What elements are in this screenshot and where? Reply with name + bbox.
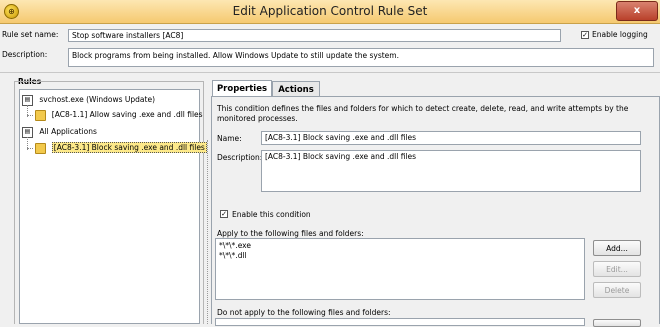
apply-files-label: Apply to the following files and folders… [217, 229, 364, 238]
window-title: Edit Application Control Rule Set [232, 4, 428, 18]
add-exclusion-button[interactable] [593, 319, 641, 327]
rule-tree-item[interactable]: ▤ svchost.exe (Windows Update) [22, 94, 155, 106]
delete-button[interactable]: Delete [593, 282, 641, 298]
close-button[interactable]: x [616, 1, 658, 21]
tree-connector [27, 147, 33, 149]
rules-tree: ▤ svchost.exe (Windows Update) [AC8-1.1]… [19, 89, 207, 324]
tab-actions[interactable]: Actions [272, 81, 320, 97]
rule-tree-item[interactable]: ▤ All Applications [22, 126, 97, 138]
not-apply-files-list [215, 318, 585, 326]
tree-connector [27, 114, 33, 116]
rule-set-description-input[interactable]: Block programs from being installed. All… [68, 48, 654, 67]
list-item[interactable]: *\*\*.exe [219, 241, 581, 251]
not-apply-files-label: Do not apply to the following files and … [217, 308, 391, 317]
list-item[interactable]: *\*\*.dll [219, 251, 581, 261]
rule-tree-item[interactable]: [AC8-1.1] Allow saving .exe and .dll fil… [27, 109, 203, 121]
apply-files-list: *\*\*.exe *\*\*.dll [215, 238, 585, 300]
rule-set-name-input[interactable]: Stop software installers [AC8] [68, 29, 561, 42]
condition-name-input[interactable]: [AC8-3.1] Block saving .exe and .dll fil… [261, 131, 641, 145]
application-icon: ▤ [22, 94, 33, 106]
enable-logging-checkbox[interactable]: ✓ [581, 31, 589, 39]
rule-tree-item-selected[interactable]: [AC8-3.1] Block saving .exe and .dll fil… [27, 142, 207, 154]
add-button[interactable]: Add... [593, 240, 641, 256]
enable-condition-checkbox[interactable]: ✓ [220, 210, 228, 218]
folder-condition-icon [35, 109, 47, 121]
rule-set-name-label: Rule set name: [2, 30, 59, 39]
rule-set-description-label: Description: [2, 50, 48, 59]
enable-logging-label: Enable logging [592, 30, 648, 39]
condition-description-input[interactable]: [AC8-3.1] Block saving .exe and .dll fil… [261, 150, 641, 192]
condition-description-label: Description: [217, 153, 263, 162]
condition-intro-text: This condition defines the files and fol… [217, 104, 629, 123]
tab-properties[interactable]: Properties [212, 80, 272, 97]
folder-condition-icon [35, 142, 47, 154]
enable-condition-label: Enable this condition [232, 210, 311, 219]
divider [0, 72, 660, 73]
condition-name-label: Name: [217, 134, 242, 143]
application-icon: ▤ [22, 126, 33, 138]
edit-button[interactable]: Edit... [593, 261, 641, 277]
